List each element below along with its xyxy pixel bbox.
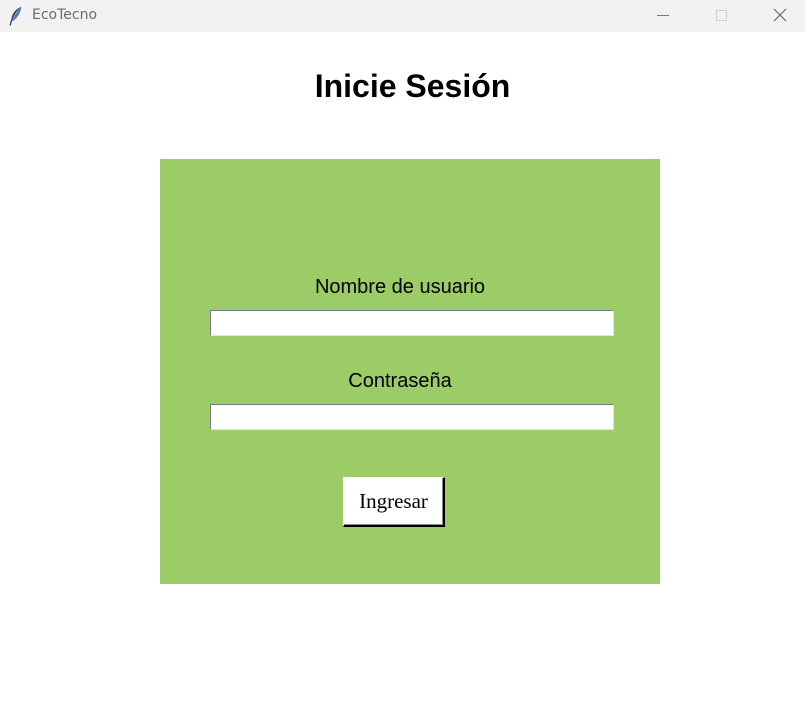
close-button[interactable] [750, 0, 805, 32]
username-label: Nombre de usuario [314, 276, 486, 298]
maximize-button[interactable] [692, 0, 750, 32]
minimize-button[interactable] [634, 0, 692, 32]
title-bar[interactable]: EcoTecno [0, 0, 805, 32]
password-input[interactable] [210, 404, 614, 430]
password-label: Contraseña [348, 370, 452, 392]
page-title: Inicie Sesión [314, 68, 511, 104]
login-button[interactable]: Ingresar [343, 477, 445, 527]
feather-icon [9, 6, 23, 26]
minimize-icon [657, 15, 669, 16]
window-title: EcoTecno [32, 7, 98, 23]
login-panel: Nombre de usuario Contraseña Ingresar [160, 159, 660, 584]
close-icon [773, 8, 787, 22]
username-input[interactable] [210, 310, 614, 336]
app-window: EcoTecno Inicie Sesión Nombre de usuario… [0, 0, 805, 717]
maximize-icon [716, 10, 727, 21]
